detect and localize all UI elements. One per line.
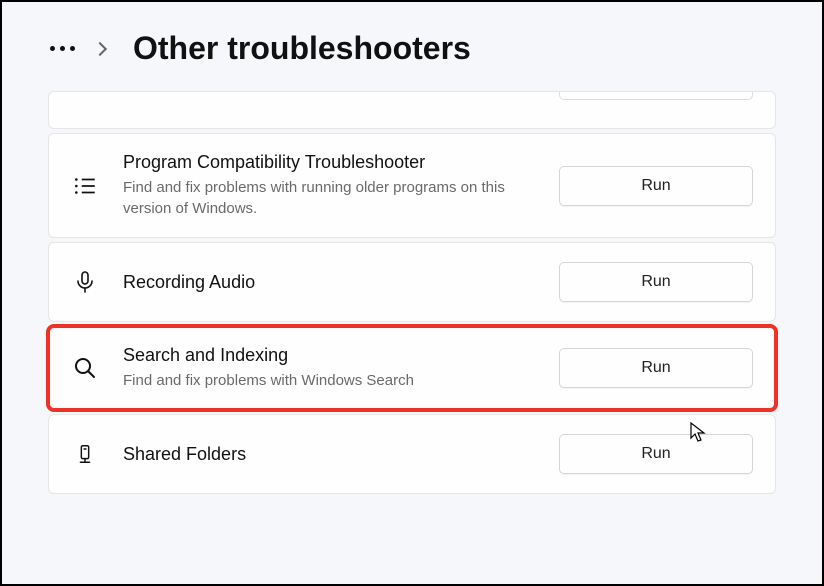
item-description: Find and fix problems with Windows Searc… <box>123 370 535 391</box>
partial-card <box>48 91 776 129</box>
breadcrumb-header: Other troubleshooters <box>2 2 822 91</box>
ellipsis-icon[interactable] <box>50 46 75 51</box>
troubleshooter-item-shared-folders: Shared Folders Run <box>48 414 776 494</box>
item-title: Program Compatibility Troubleshooter <box>123 152 535 173</box>
troubleshooter-item-search-indexing: Search and Indexing Find and fix problem… <box>48 326 776 410</box>
server-icon <box>71 440 99 468</box>
list-icon <box>71 172 99 200</box>
troubleshooter-item-recording-audio: Recording Audio Run <box>48 242 776 322</box>
partial-run-button[interactable] <box>559 92 753 100</box>
item-title: Recording Audio <box>123 272 535 293</box>
chevron-right-icon <box>93 41 107 55</box>
item-description: Find and fix problems with running older… <box>123 177 535 219</box>
microphone-icon <box>71 268 99 296</box>
page-title: Other troubleshooters <box>133 30 471 67</box>
troubleshooter-list: Program Compatibility Troubleshooter Fin… <box>2 91 822 494</box>
run-button[interactable]: Run <box>559 262 753 302</box>
troubleshooter-item-program-compatibility: Program Compatibility Troubleshooter Fin… <box>48 133 776 238</box>
run-button[interactable]: Run <box>559 434 753 474</box>
run-button[interactable]: Run <box>559 166 753 206</box>
run-button[interactable]: Run <box>559 348 753 388</box>
item-title: Search and Indexing <box>123 345 535 366</box>
search-icon <box>71 354 99 382</box>
item-title: Shared Folders <box>123 444 535 465</box>
